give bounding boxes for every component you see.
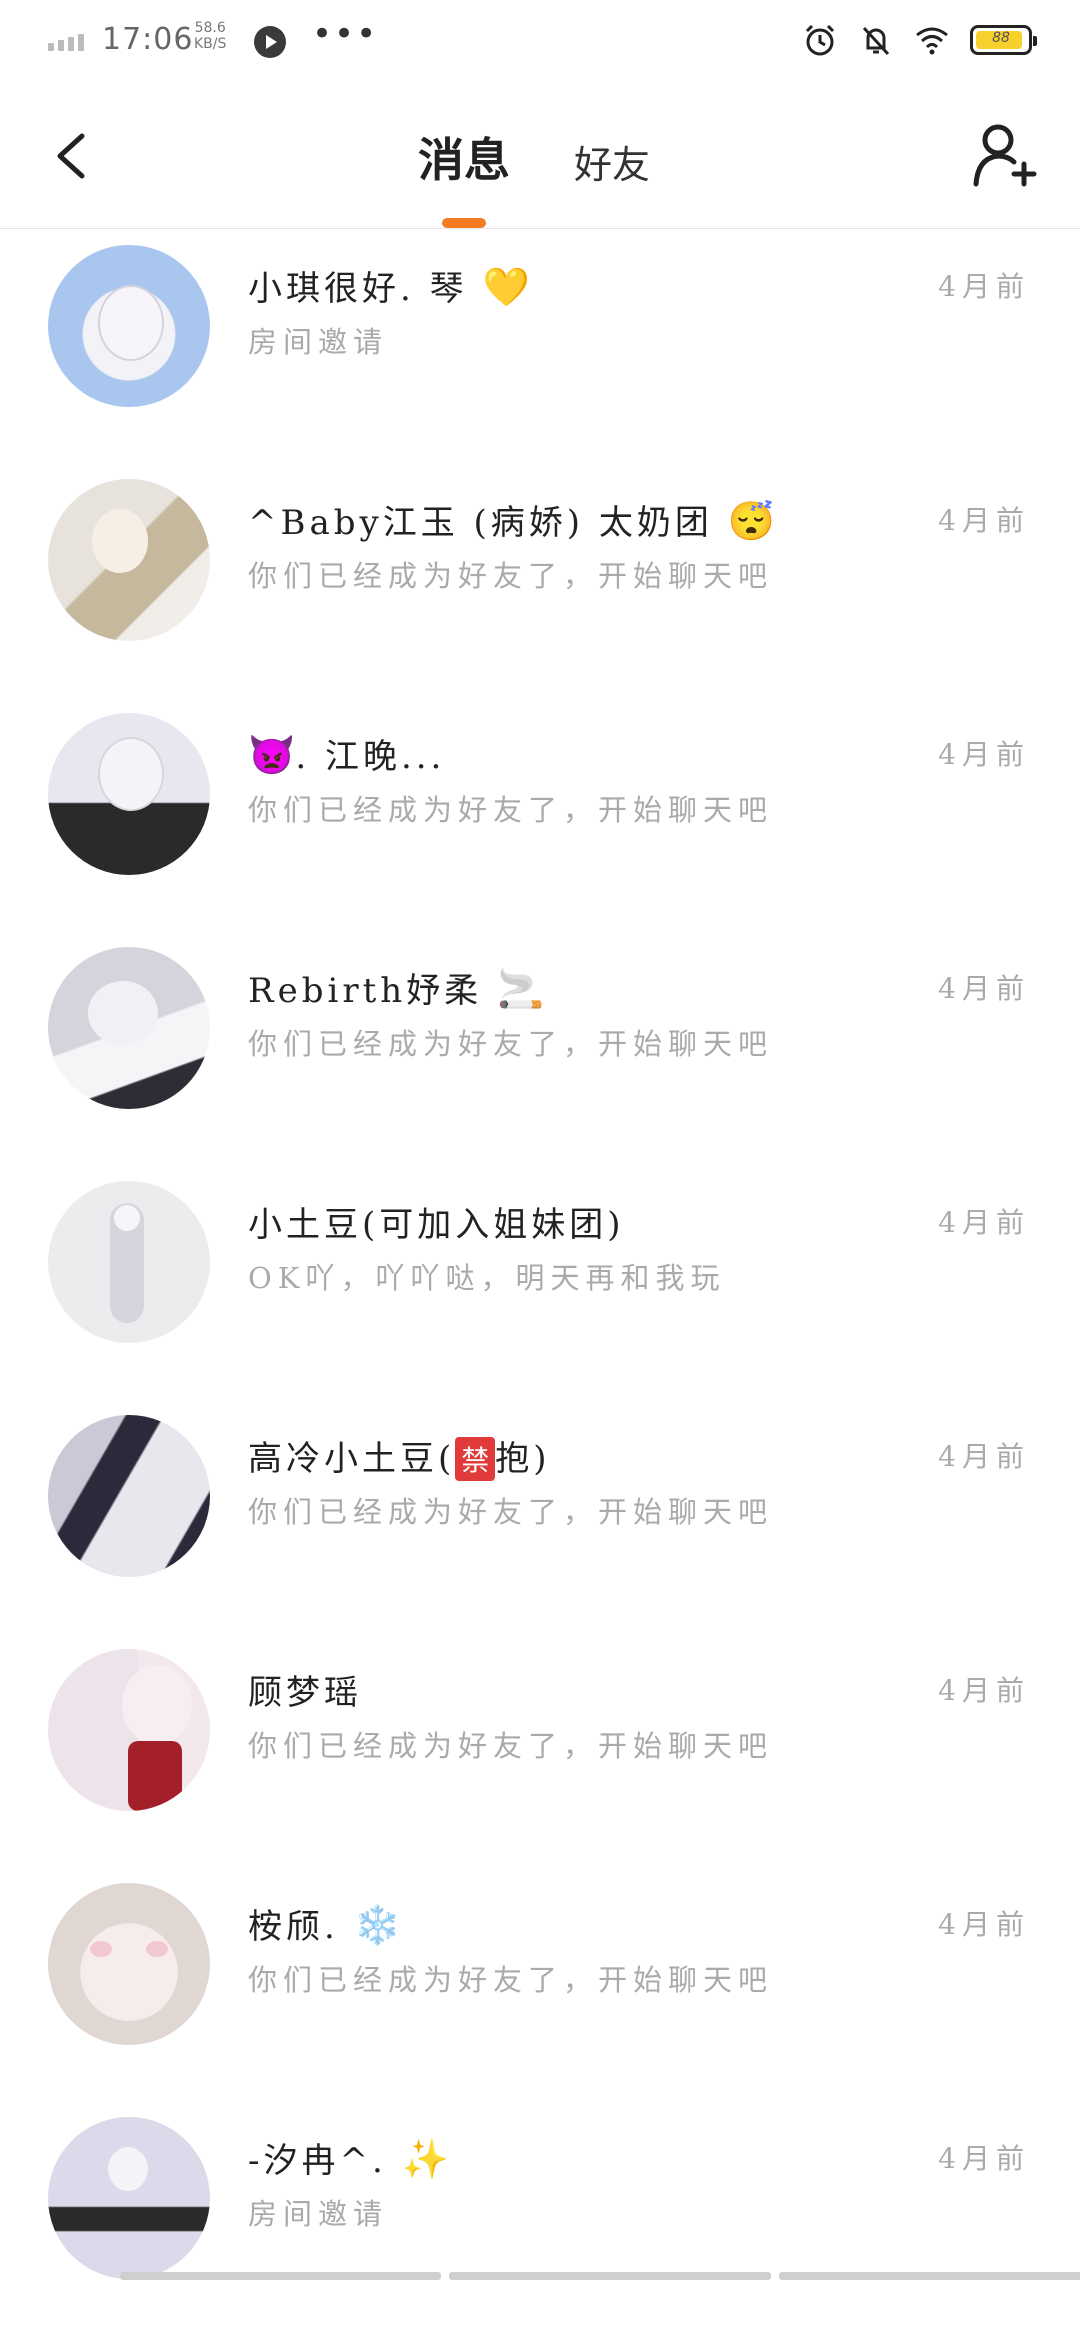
contact-name: 桉颀. ❄️ [248,1903,401,1947]
message-time: 4月前 [938,504,1030,537]
contact-name: -汐冉^. ✨ [248,2137,449,2181]
battery-icon: 88 [970,25,1037,55]
contact-name: ^Baby江玉 (病娇) 太奶团 😴 [248,499,776,543]
message-preview: 你们已经成为好友了，开始聊天吧 [248,1495,774,1529]
conversation-row[interactable]: -汐冉^. ✨ 房间邀请 4月前 [0,2101,1080,2335]
contact-name: 顾梦瑶 [248,1673,362,1713]
ban-badge: 禁 [455,1437,496,1481]
message-time: 4月前 [938,1908,1030,1941]
conversation-row[interactable]: 小琪很好. 琴 💛 房间邀请 4月前 [0,229,1080,463]
message-preview: 房间邀请 [248,2197,389,2231]
conversation-row[interactable]: 桉颀. ❄️ 你们已经成为好友了，开始聊天吧 4月前 [0,1867,1080,2101]
avatar [48,947,210,1109]
contact-name: 小琪很好. 琴 💛 [248,265,530,309]
sleeping-face-icon: 😴 [727,499,776,543]
status-time: 17:06 [102,22,194,57]
conversation-row[interactable]: ^Baby江玉 (病娇) 太奶团 😴 你们已经成为好友了，开始聊天吧 4月前 [0,463,1080,697]
message-time: 4月前 [938,1674,1030,1707]
network-speed: 58.6 KB/S [194,20,226,52]
message-time: 4月前 [938,270,1030,303]
message-time: 4月前 [938,972,1030,1005]
message-time: 4月前 [938,1206,1030,1239]
tab-messages[interactable]: 消息 [418,124,510,190]
avatar [48,713,210,875]
cigarette-icon: 🚬 [497,967,545,1011]
message-time: 4月前 [938,2142,1030,2175]
message-preview: 你们已经成为好友了，开始聊天吧 [248,1729,774,1763]
network-speed-unit: KB/S [194,36,227,52]
contact-name: 高冷小土豆(禁抱) [248,1437,551,1481]
avatar [48,479,210,641]
active-tab-indicator [442,218,486,228]
signal-icon [48,34,84,51]
avatar [48,2117,210,2279]
header: 消息 好友 [0,84,1080,229]
tab-friends[interactable]: 好友 [574,134,650,189]
avatar [48,1649,210,1811]
message-preview: 你们已经成为好友了，开始聊天吧 [248,793,774,827]
conversation-row[interactable]: 顾梦瑶 你们已经成为好友了，开始聊天吧 4月前 [0,1633,1080,1867]
alarm-icon [805,24,835,56]
wifi-icon [916,27,948,55]
conversation-row[interactable]: 高冷小土豆(禁抱) 你们已经成为好友了，开始聊天吧 4月前 [0,1399,1080,1633]
gesture-bar [120,2272,1080,2280]
battery-level: 88 [992,30,1010,46]
play-icon [254,26,286,58]
conversation-row[interactable]: 👿. 江晚... 你们已经成为好友了，开始聊天吧 4月前 [0,697,1080,931]
status-bar: 17:06 58.6 KB/S ••• 88 [0,0,1080,84]
message-preview: 你们已经成为好友了，开始聊天吧 [248,1027,774,1061]
contact-name: 👿. 江晚... [248,733,446,777]
sparkles-icon: ✨ [401,2137,449,2181]
snowflake-icon: ❄️ [353,1903,401,1947]
message-preview: 你们已经成为好友了，开始聊天吧 [248,1963,774,1997]
avatar [48,1883,210,2045]
avatar [48,1415,210,1577]
avatar [48,1181,210,1343]
back-button[interactable] [44,124,100,188]
contact-name: 小土豆(可加入姐妹团) [248,1205,625,1245]
network-speed-value: 58.6 [194,20,226,36]
more-notifications-icon: ••• [312,14,379,54]
add-friend-button[interactable] [968,118,1040,190]
message-time: 4月前 [938,1440,1030,1473]
message-list: 小琪很好. 琴 💛 房间邀请 4月前 ^Baby江玉 (病娇) 太奶团 😴 你们… [0,229,1080,2335]
heart-icon: 💛 [482,265,530,309]
avatar [48,245,210,407]
contact-name: Rebirth妤柔 🚬 [248,967,545,1011]
conversation-row[interactable]: Rebirth妤柔 🚬 你们已经成为好友了，开始聊天吧 4月前 [0,931,1080,1165]
message-time: 4月前 [938,738,1030,771]
angry-devil-icon: 👿 [248,733,296,777]
mute-icon [862,26,890,56]
message-preview: 你们已经成为好友了，开始聊天吧 [248,559,774,593]
message-preview: OK吖，吖吖哒，明天再和我玩 [248,1261,726,1295]
conversation-row[interactable]: 小土豆(可加入姐妹团) OK吖，吖吖哒，明天再和我玩 4月前 [0,1165,1080,1399]
message-preview: 房间邀请 [248,325,389,359]
